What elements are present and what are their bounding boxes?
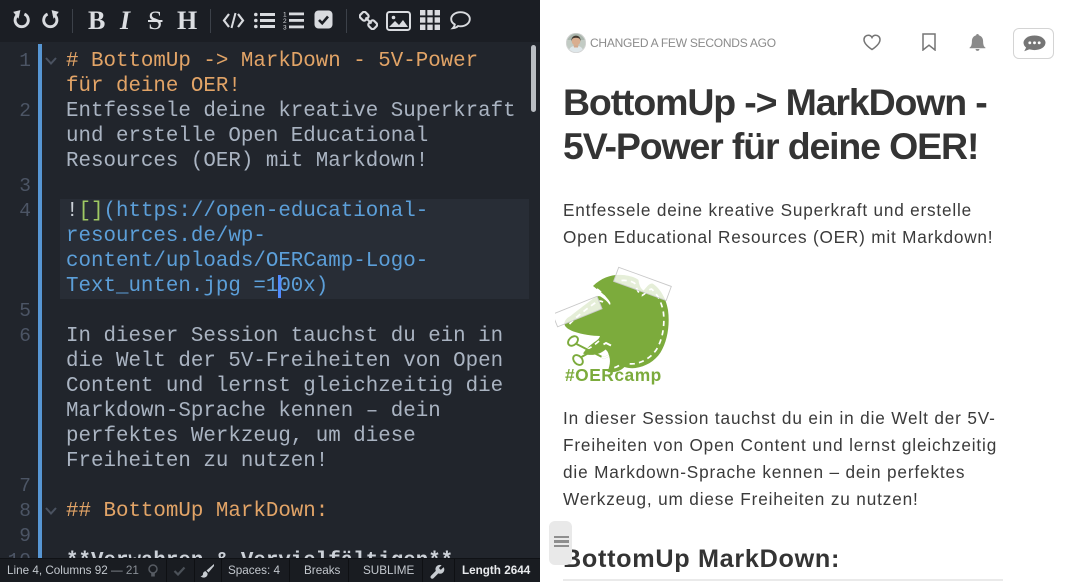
svg-text:3: 3: [283, 25, 287, 31]
